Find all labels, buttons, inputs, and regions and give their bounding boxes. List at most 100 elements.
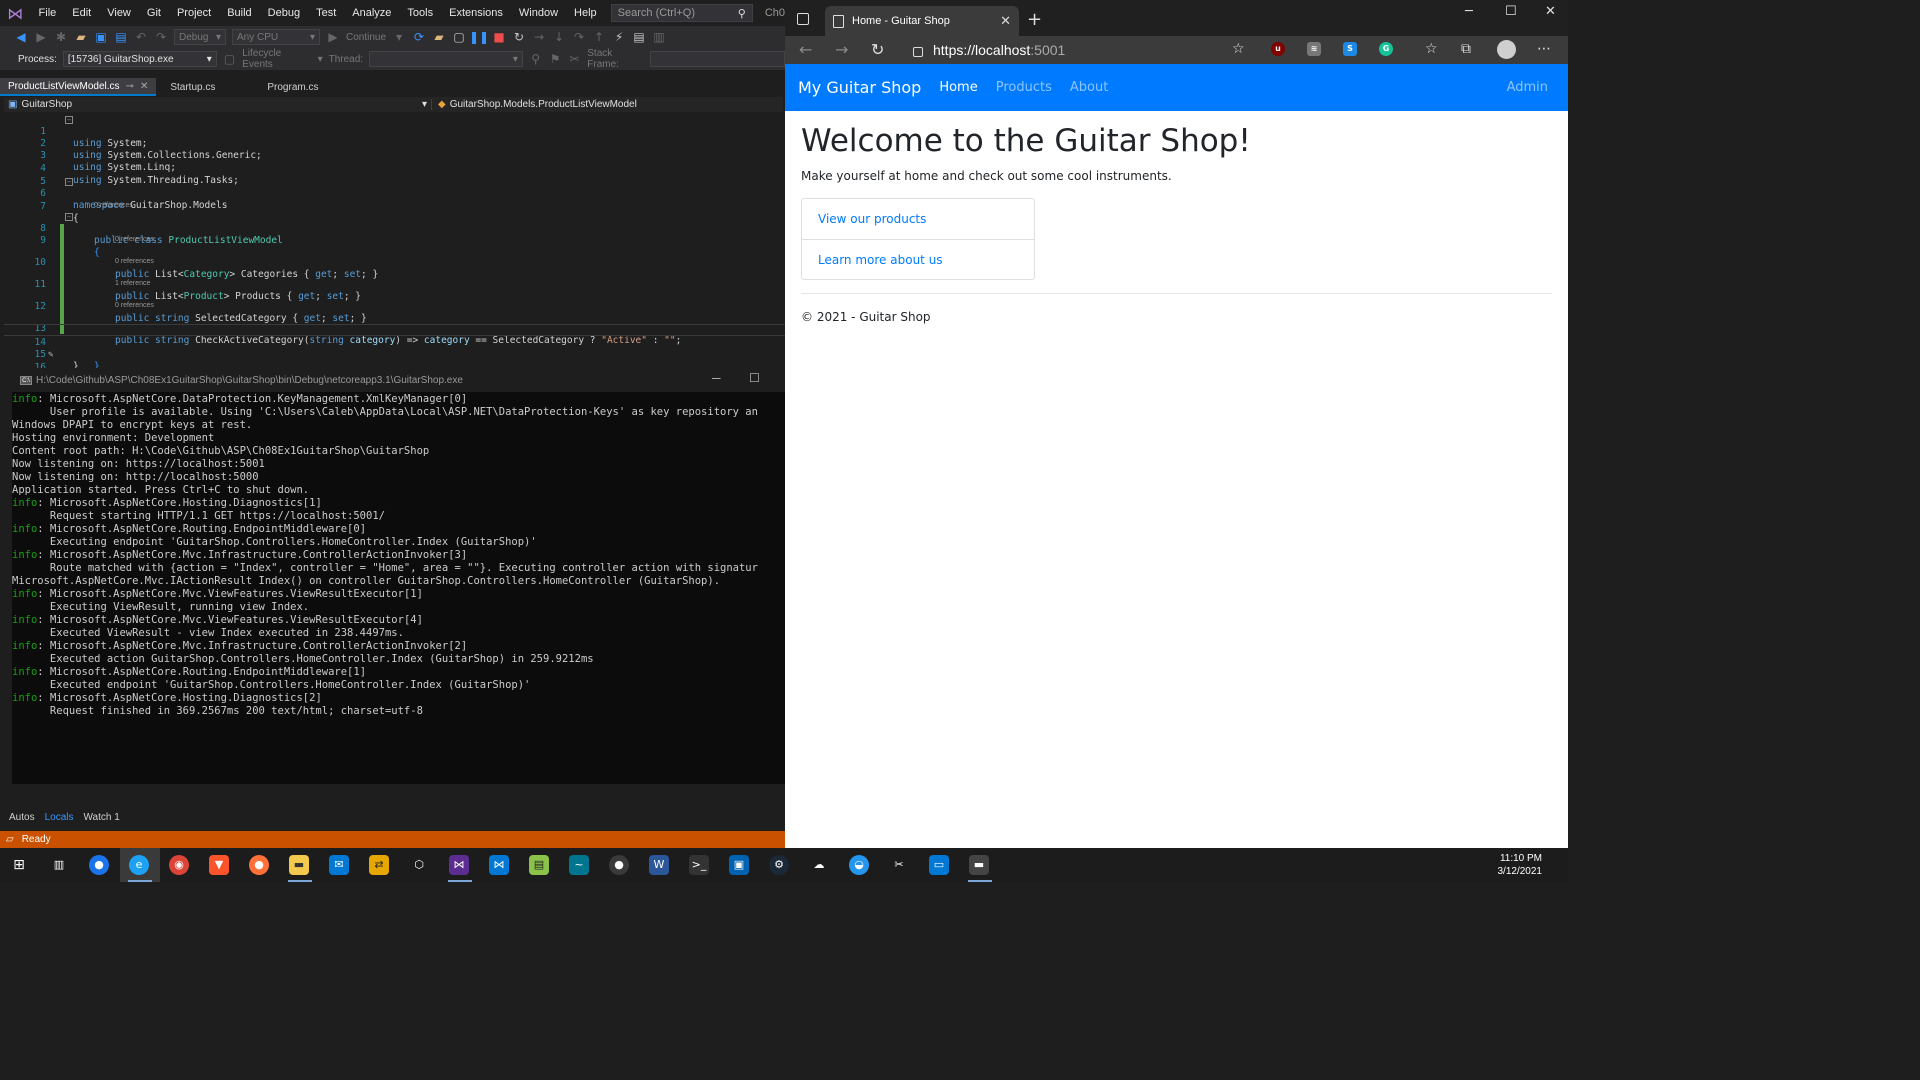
show-next-statement-icon[interactable]: → [532, 30, 546, 44]
step-into-icon[interactable]: ↓ [552, 30, 566, 44]
visual-studio-icon[interactable]: ⋈ [449, 855, 469, 875]
split-threads-icon[interactable]: ✂ [568, 52, 581, 66]
nav-home[interactable]: Home [939, 80, 977, 95]
filter-icon[interactable]: ⚲ [529, 52, 542, 66]
mail-icon[interactable]: ✉ [329, 855, 349, 875]
tab-autos[interactable]: Autos [9, 812, 35, 823]
process-dropdown[interactable]: [15736] GuitarShop.exe ▾ [62, 51, 217, 67]
menu-view[interactable]: View [99, 0, 139, 26]
ublock-extension-icon[interactable]: u [1271, 42, 1285, 56]
navigate-forward-icon[interactable]: ▶ [34, 30, 48, 44]
skype-extension-icon[interactable]: S [1343, 42, 1357, 56]
continue-button[interactable]: Continue [346, 32, 386, 43]
maximize-icon[interactable]: ☐ [749, 371, 760, 385]
menu-git[interactable]: Git [139, 0, 169, 26]
codelens-references[interactable]: 0 references [115, 236, 154, 243]
app-window-icon[interactable]: ▭ [929, 855, 949, 875]
solution-config-dropdown[interactable]: Debug ▾ [174, 29, 226, 45]
minimize-icon[interactable]: ─ [1465, 4, 1473, 19]
menu-file[interactable]: File [31, 0, 65, 26]
debug-pause-icon[interactable]: ❚❚ [469, 30, 489, 44]
menu-test[interactable]: Test [308, 0, 344, 26]
undo-icon[interactable]: ↶ [134, 30, 148, 44]
lifecycle-events-button[interactable]: Lifecycle Events [242, 48, 311, 70]
minimize-icon[interactable]: ─ [712, 371, 721, 385]
navigate-back-icon[interactable]: ◀ [14, 30, 28, 44]
menu-analyze[interactable]: Analyze [344, 0, 399, 26]
hot-reload-icon[interactable]: ⚡ [612, 30, 626, 44]
close-icon[interactable]: ✕ [1000, 13, 1011, 29]
menu-debug[interactable]: Debug [260, 0, 308, 26]
chevron-down-icon[interactable]: ▾ [318, 54, 323, 65]
save-all-icon[interactable]: ▤ [114, 30, 128, 44]
ftp-client-icon[interactable]: ⇄ [369, 855, 389, 875]
favorites-icon[interactable]: ☆ [1425, 41, 1438, 57]
back-icon[interactable]: ← [799, 40, 812, 59]
console-app-icon[interactable]: ▬ [969, 855, 989, 875]
tab-locals[interactable]: Locals [45, 812, 74, 823]
visual-studio-logo-icon[interactable]: ⋈ [6, 3, 25, 23]
terminal-icon[interactable]: >_ [689, 855, 709, 875]
refresh-icon[interactable]: ↻ [871, 40, 884, 59]
system-clock[interactable]: 11:10 PM 3/12/2021 [1498, 852, 1543, 878]
more-options-icon[interactable]: ⋯ [1537, 41, 1551, 57]
tab-productlistviewmodel[interactable]: ProductListViewModel.cs ⊸ ✕ [0, 78, 157, 96]
menu-project[interactable]: Project [169, 0, 219, 26]
refresh-icon[interactable]: ⟳ [412, 30, 426, 44]
learn-more-link[interactable]: Learn more about us [802, 239, 1034, 279]
continue-play-icon[interactable]: ▶ [326, 30, 340, 44]
greenshot-icon[interactable]: ● [609, 855, 629, 875]
tab-program[interactable]: Program.cs [259, 78, 326, 96]
debug-stop-icon[interactable]: ■ [492, 30, 506, 44]
menu-help[interactable]: Help [566, 0, 605, 26]
comment-icon[interactable]: ▤ [632, 30, 646, 44]
codelens-references[interactable]: 0 references [115, 258, 154, 265]
collapse-icon[interactable]: − [65, 178, 73, 186]
console-window[interactable]: C:\ H:\Code\Github\ASP\Ch08Ex1GuitarShop… [12, 368, 785, 784]
site-brand[interactable]: My Guitar Shop [798, 78, 921, 97]
collections-icon[interactable]: ⧉ [1461, 41, 1471, 57]
view-products-link[interactable]: View our products [802, 199, 1034, 239]
lock-icon[interactable] [913, 47, 923, 57]
address-bar[interactable]: https://localhost:5001 [905, 37, 1255, 63]
debug-restart-icon[interactable]: ↻ [512, 30, 526, 44]
game-controller-icon[interactable]: ☁ [809, 855, 829, 875]
profile-avatar[interactable] [1497, 40, 1516, 59]
codelens-references[interactable]: 0 references [94, 202, 133, 209]
collapse-icon[interactable]: − [65, 213, 73, 221]
nav-products[interactable]: Products [996, 80, 1052, 95]
docker-icon[interactable]: ◒ [849, 855, 869, 875]
code-editor[interactable]: 1− using System; 2 using System.Collecti… [4, 113, 785, 373]
nav-admin[interactable]: Admin [1507, 80, 1548, 95]
uncomment-icon[interactable]: ▥ [652, 30, 666, 44]
collapse-icon[interactable]: − [65, 116, 73, 124]
add-favorite-icon[interactable]: ☆ [1232, 41, 1245, 57]
lifecycle-events-icon[interactable]: ▢ [223, 52, 236, 66]
vs-search-box[interactable]: Search (Ctrl+Q) ⚲ [610, 4, 753, 22]
grammarly-extension-icon[interactable]: G [1379, 42, 1393, 56]
new-project-icon[interactable]: ✱ [54, 30, 68, 44]
menu-tools[interactable]: Tools [399, 0, 441, 26]
type-dropdown[interactable]: ◆ GuitarShop.Models.ProductListViewModel [432, 99, 637, 110]
new-tab-icon[interactable]: + [1027, 9, 1042, 30]
remote-desktop-icon[interactable]: ▣ [729, 855, 749, 875]
mysql-workbench-icon[interactable]: ~ [569, 855, 589, 875]
codelens-references[interactable]: 1 reference [115, 280, 150, 287]
vscode-icon[interactable]: ⋈ [489, 855, 509, 875]
tab-watch-1[interactable]: Watch 1 [83, 812, 119, 823]
extension-icon[interactable]: ≋ [1307, 42, 1321, 56]
steam-icon[interactable]: ⚙ [769, 855, 789, 875]
menu-edit[interactable]: Edit [64, 0, 99, 26]
close-window-icon[interactable]: ✕ [1545, 4, 1556, 19]
forward-icon[interactable]: → [835, 40, 848, 59]
platform-dropdown[interactable]: Any CPU ▾ [232, 29, 320, 45]
open-file-icon[interactable]: ▰ [74, 30, 88, 44]
notepad-plus-icon[interactable]: ▤ [529, 855, 549, 875]
task-view-icon[interactable]: ▥ [49, 855, 69, 875]
word-icon[interactable]: W [649, 855, 669, 875]
project-dropdown[interactable]: ▣ GuitarShop ▾ [4, 99, 432, 110]
edge-icon[interactable]: e [129, 855, 149, 875]
step-out-icon[interactable]: ↑ [592, 30, 606, 44]
thread-dropdown[interactable]: ▾ [369, 51, 523, 67]
step-over-icon[interactable]: ↷ [572, 30, 586, 44]
